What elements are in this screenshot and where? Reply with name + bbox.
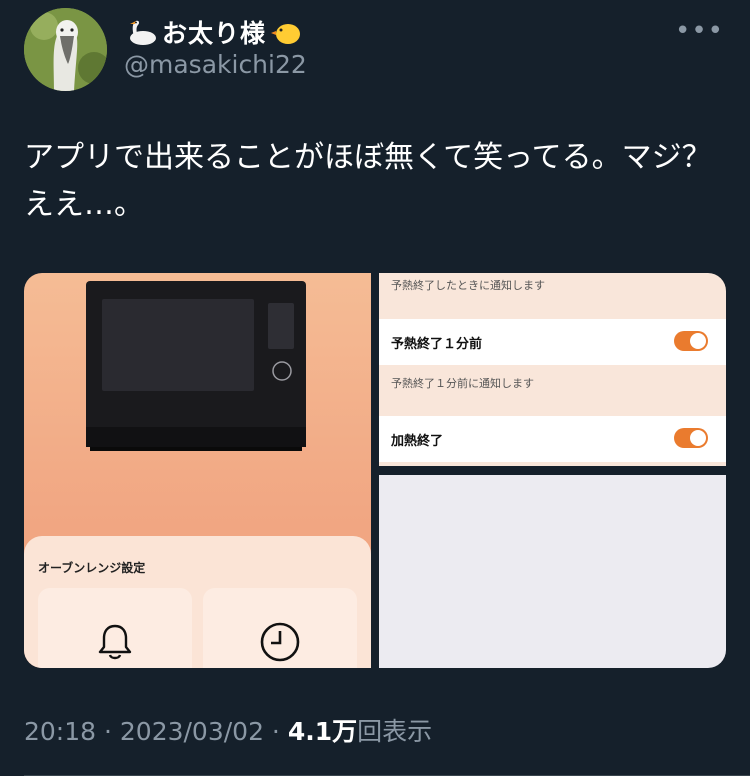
toggle-switch[interactable] [674,331,708,351]
timer-tile[interactable] [203,588,357,668]
notification-row-label: 予熱終了１分前 [391,337,483,352]
separator: · [263,717,288,746]
tweet-date[interactable]: 2023/03/02 [120,717,264,746]
media-image-notification-settings[interactable]: 予熱終了したときに通知します 予熱終了１分前 予熱終了１分前に通知します 加熱終… [379,273,726,466]
baby-chick-emoji-icon [270,17,304,47]
tweet-text: アプリで出来ることがほぼ無くて笑ってる。マジ？ ええ…。 [24,140,712,222]
notification-description: 予熱終了１分前に通知します [391,377,534,390]
views-count: 4.1万 [287,717,358,746]
display-name[interactable]: お太り様 [124,14,304,50]
notification-row-label: 加熱終了 [391,434,444,449]
handle[interactable]: @masakichi22 [124,50,307,79]
oven-settings-card: オーブンレンジ設定 [24,536,371,668]
swan-photo [24,8,107,91]
tweet-time[interactable]: 20:18 [24,717,96,746]
media-image-blank[interactable] [379,475,726,668]
bell-icon [98,624,132,660]
swan-emoji-icon [124,17,158,47]
clock-icon [260,622,300,662]
toggle-switch[interactable] [674,428,708,448]
media-grid[interactable]: オーブンレンジ設定 予熱終了したときに通知します 予熱終了１分前 予熱終了１分前… [24,273,726,668]
avatar[interactable] [24,8,107,91]
display-name-text: お太り様 [162,19,267,48]
notification-description: 予熱終了したときに通知します [391,279,545,292]
microwave-oven-illustration [86,281,306,451]
more-options-button[interactable]: ••• [675,16,724,46]
views-label: 回表示 [357,717,433,746]
notification-row-heating-end[interactable]: 加熱終了 [379,416,726,462]
settings-title: オーブンレンジ設定 [38,561,146,575]
media-image-oven[interactable]: オーブンレンジ設定 [24,273,371,668]
tweet-metadata: 20:18 · 2023/03/02 · 4.1万回表示 [24,712,432,748]
notification-tile[interactable] [38,588,192,668]
notification-row-preheat-1min[interactable]: 予熱終了１分前 [379,319,726,365]
separator: · [96,717,120,746]
